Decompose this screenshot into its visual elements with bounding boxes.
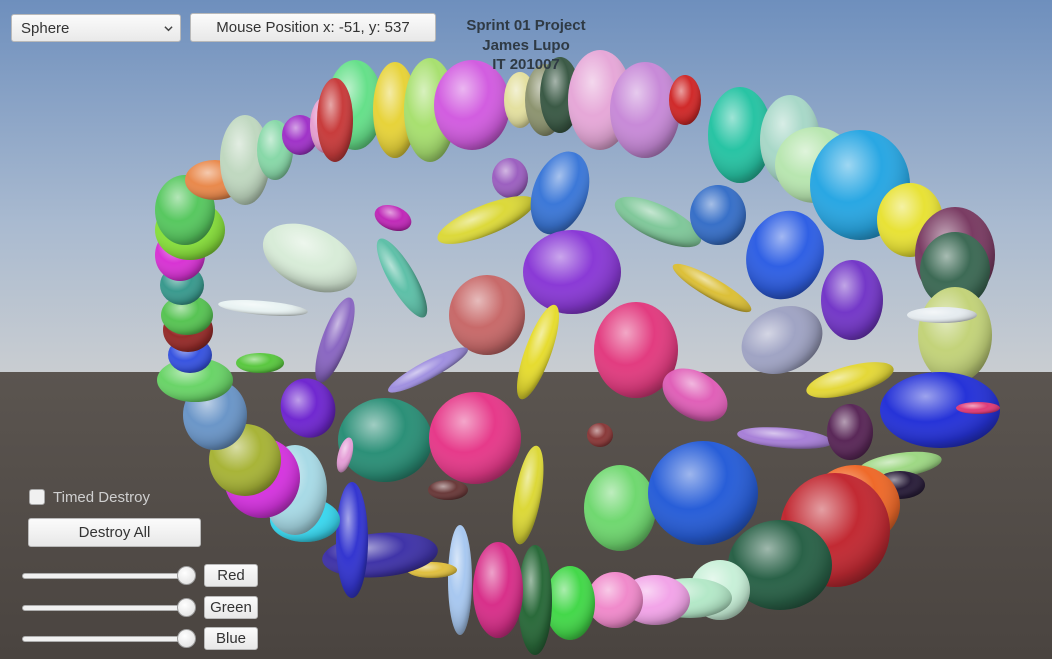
sphere-object bbox=[956, 402, 1000, 414]
shape-dropdown[interactable]: Sphere bbox=[11, 14, 181, 42]
chevron-down-icon bbox=[164, 26, 173, 32]
sphere-object bbox=[821, 260, 883, 340]
red-slider-handle[interactable] bbox=[177, 566, 196, 585]
sphere-object bbox=[492, 158, 528, 198]
green-slider-handle[interactable] bbox=[177, 598, 196, 617]
mouse-position-button[interactable]: Mouse Position x: -51, y: 537 bbox=[190, 13, 436, 42]
sphere-object bbox=[918, 287, 992, 383]
sphere-object bbox=[429, 392, 521, 484]
sphere-object bbox=[690, 185, 746, 245]
sphere-object bbox=[449, 275, 525, 355]
sphere-object bbox=[827, 404, 873, 460]
blue-slider[interactable] bbox=[22, 629, 196, 649]
sphere-object bbox=[236, 353, 284, 373]
sphere-object bbox=[587, 423, 613, 447]
green-slider-track[interactable] bbox=[22, 605, 187, 611]
green-button[interactable]: Green bbox=[204, 596, 258, 619]
sphere-object bbox=[473, 542, 523, 638]
shape-dropdown-value: Sphere bbox=[21, 20, 70, 37]
sphere-object bbox=[648, 441, 758, 545]
blue-slider-handle[interactable] bbox=[177, 629, 196, 648]
sphere-object bbox=[317, 78, 353, 162]
sphere-object bbox=[907, 307, 977, 323]
timed-destroy-label: Timed Destroy bbox=[53, 489, 150, 506]
course-code: IT 201007 bbox=[492, 56, 560, 73]
blue-slider-track[interactable] bbox=[22, 636, 187, 642]
destroy-all-button[interactable]: Destroy All bbox=[28, 518, 201, 547]
sphere-object bbox=[587, 572, 643, 628]
sphere-object bbox=[523, 230, 621, 314]
sphere-object bbox=[545, 566, 595, 640]
sphere-object bbox=[428, 480, 468, 500]
sphere-object bbox=[669, 75, 701, 125]
red-button[interactable]: Red bbox=[204, 564, 258, 587]
sphere-object bbox=[336, 482, 368, 598]
project-title-line: Sprint 01 Project bbox=[466, 17, 586, 34]
project-title: Sprint 01 Project James Lupo IT 201007 bbox=[426, 16, 626, 75]
green-slider[interactable] bbox=[22, 598, 196, 618]
sphere-object bbox=[610, 62, 680, 158]
author-name: James Lupo bbox=[482, 36, 570, 54]
timed-destroy-checkbox[interactable] bbox=[29, 489, 45, 505]
red-slider-track[interactable] bbox=[22, 573, 187, 579]
sphere-object bbox=[584, 465, 656, 551]
red-slider[interactable] bbox=[22, 566, 196, 586]
sphere-object bbox=[338, 398, 432, 482]
sphere-object bbox=[448, 525, 472, 635]
game-viewport[interactable] bbox=[0, 0, 1052, 659]
blue-button[interactable]: Blue bbox=[204, 627, 258, 650]
sphere-object bbox=[518, 545, 552, 655]
